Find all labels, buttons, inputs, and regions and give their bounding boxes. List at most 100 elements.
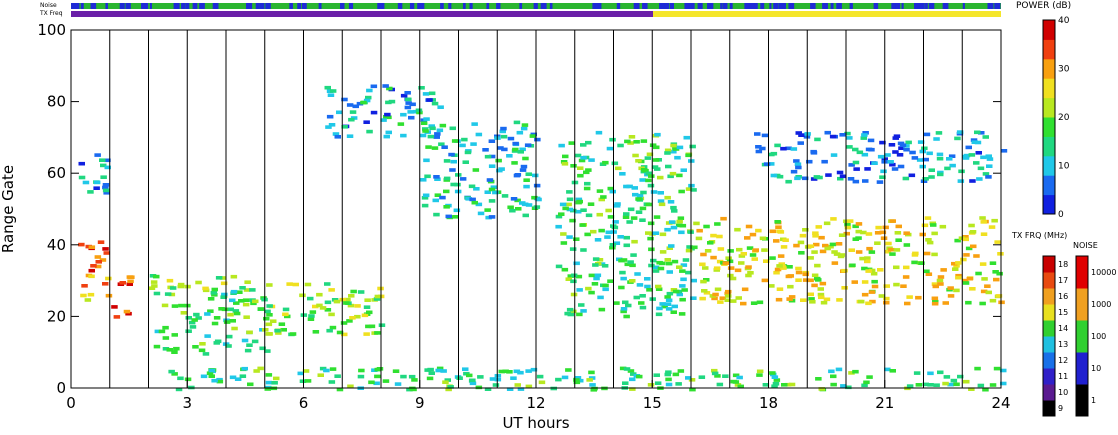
power-cell [734, 268, 742, 273]
power-cell [622, 381, 629, 385]
power-cell [520, 164, 528, 169]
power-cell [836, 298, 843, 302]
power-cell [519, 168, 527, 172]
power-cell [985, 290, 992, 295]
power-cell [329, 367, 337, 371]
power-cell [304, 379, 312, 383]
power-cell [679, 269, 686, 273]
power-cell [969, 287, 976, 291]
power-cell [678, 189, 685, 194]
power-cell [747, 271, 754, 275]
power-cell [666, 270, 673, 274]
power-cell [887, 160, 894, 164]
power-cell [654, 381, 662, 385]
power-cell [565, 368, 572, 372]
power-cell [679, 284, 686, 288]
noise-colorbar-step [1076, 320, 1088, 353]
power-cell [343, 301, 350, 305]
power-cell [593, 276, 600, 281]
power-cell [655, 284, 662, 289]
power-cell [893, 248, 901, 252]
power-cell [605, 230, 612, 235]
power-cell [573, 378, 580, 382]
power-cell [346, 134, 354, 138]
power-cell [623, 243, 630, 248]
power-cell [722, 261, 729, 265]
power-cell [816, 175, 823, 180]
power-cell [617, 143, 624, 148]
power-cell [768, 152, 775, 157]
power-cell [358, 368, 365, 373]
power-cell [475, 132, 483, 137]
power-cell [807, 256, 814, 260]
power-cell [441, 145, 448, 149]
power-cell [648, 247, 655, 252]
power-cell [862, 179, 869, 183]
power-cell [158, 329, 166, 334]
power-cell [665, 307, 673, 311]
power-cell [773, 239, 780, 243]
power-cell [609, 243, 617, 247]
power-cell [947, 286, 954, 290]
power-cell [626, 220, 633, 224]
txfreq-colorbar-step [1043, 336, 1055, 353]
power-cell [638, 301, 645, 305]
power-cell [400, 374, 407, 379]
power-cell [241, 366, 248, 371]
power-cell [714, 222, 721, 226]
power-cell [968, 153, 976, 157]
power-cell [576, 199, 583, 204]
power-cell [589, 383, 596, 387]
power-cell [484, 154, 492, 159]
power-cell [645, 231, 652, 235]
power-cell [672, 289, 680, 294]
power-cell [655, 312, 663, 317]
power-cell [472, 168, 480, 172]
power-cell [307, 296, 314, 301]
power-cell [829, 242, 837, 247]
power-cell [333, 299, 341, 304]
power-cell [785, 179, 792, 184]
power-cell [327, 93, 335, 97]
power-cell [555, 377, 562, 382]
power-cell [973, 254, 980, 258]
power-cell [97, 240, 105, 244]
power-cell [777, 254, 785, 258]
power-cell [162, 325, 169, 330]
power-cell [944, 166, 951, 171]
power-cell [671, 209, 678, 213]
power-cell [971, 140, 978, 144]
noise-strip-mark [873, 3, 879, 9]
power-cell [994, 240, 1001, 244]
power-cell [695, 236, 703, 241]
power-cell [759, 236, 767, 241]
power-cell [889, 252, 896, 256]
power-cell [905, 140, 912, 145]
power-cell [867, 138, 875, 143]
power-cell [592, 263, 599, 267]
power-cell [629, 279, 636, 283]
power-cell [189, 325, 197, 329]
power-cell [891, 167, 899, 171]
noise-strip-mark [266, 3, 271, 9]
power-cell [555, 264, 563, 269]
power-cell [210, 291, 218, 295]
power-cell [969, 230, 977, 234]
power-cell [928, 175, 935, 179]
power-cell [717, 300, 724, 304]
power-cell [874, 241, 881, 245]
txfreq-colorbar-step [1043, 384, 1055, 401]
power-cell [775, 297, 783, 302]
power-cell [790, 147, 798, 151]
power-cell [975, 151, 982, 155]
power-cell [292, 282, 299, 287]
power-cell [423, 117, 430, 121]
power-cell [366, 88, 373, 93]
power-cell [935, 131, 943, 135]
power-cell [880, 169, 887, 174]
power-cell [937, 370, 944, 375]
power-cell [564, 311, 571, 316]
power-cell [851, 280, 858, 284]
power-cell [735, 296, 742, 300]
x-tick-label: 9 [415, 394, 425, 412]
